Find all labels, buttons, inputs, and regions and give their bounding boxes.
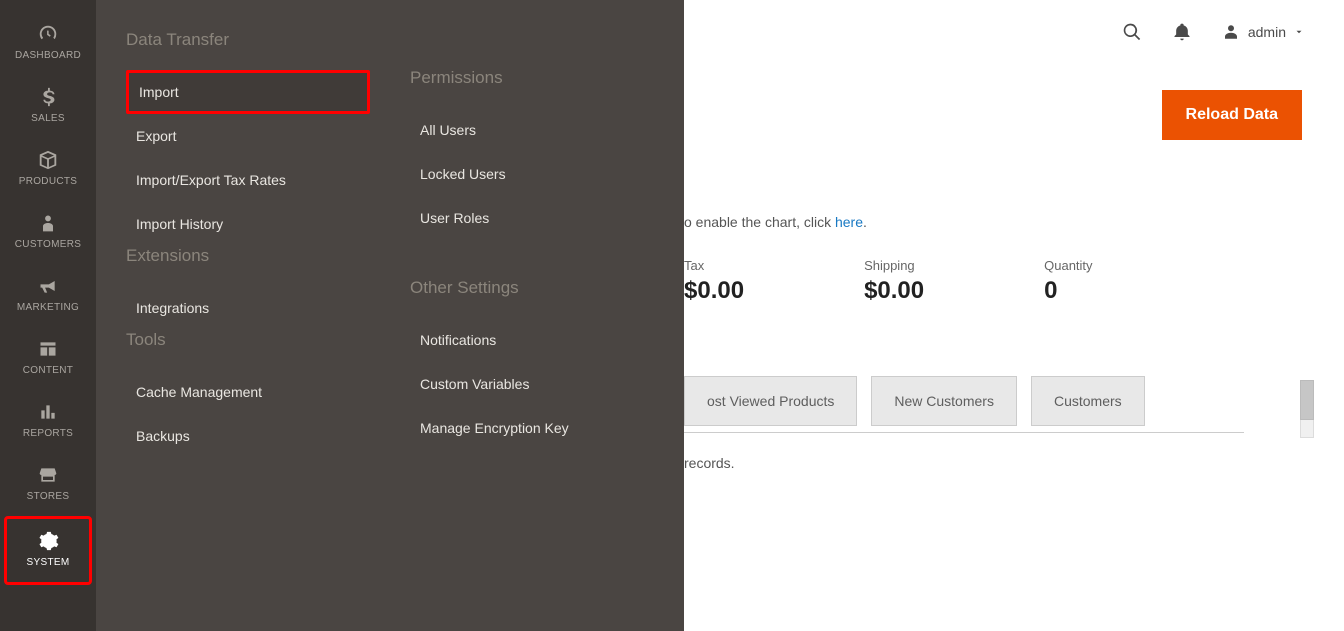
- sidebar-item-customers[interactable]: CUSTOMERS: [0, 201, 96, 264]
- submenu-heading-tools: Tools: [126, 330, 370, 350]
- box-icon: [34, 148, 62, 172]
- stat-label: Quantity: [1044, 258, 1092, 273]
- dashboard-stats: Tax $0.00 Shipping $0.00 Quantity 0: [684, 258, 1213, 305]
- stat-value: 0: [1044, 277, 1092, 305]
- gear-icon: [34, 529, 62, 553]
- submenu-col-2: Permissions All Users Locked Users User …: [390, 30, 674, 611]
- chart-enable-link[interactable]: here: [835, 214, 863, 230]
- stat-shipping: Shipping $0.00: [864, 258, 924, 305]
- sidebar-item-label: CUSTOMERS: [15, 239, 81, 250]
- sidebar-item-content[interactable]: CONTENT: [0, 327, 96, 390]
- submenu-link-integrations[interactable]: Integrations: [126, 286, 370, 330]
- submenu-link-tax-rates[interactable]: Import/Export Tax Rates: [126, 158, 370, 202]
- page-actions: Reload Data: [684, 90, 1344, 140]
- reload-data-button[interactable]: Reload Data: [1162, 90, 1302, 140]
- submenu-heading-other-settings: Other Settings: [410, 278, 654, 298]
- dollar-icon: [34, 85, 62, 109]
- chart-icon: [34, 400, 62, 424]
- chevron-down-icon: [1294, 27, 1304, 37]
- submenu-link-user-roles[interactable]: User Roles: [410, 196, 654, 240]
- submenu-link-cache[interactable]: Cache Management: [126, 370, 370, 414]
- sidebar-item-system[interactable]: SYSTEM: [4, 516, 92, 585]
- store-icon: [34, 463, 62, 487]
- submenu-col-1: Data Transfer Import Export Import/Expor…: [106, 30, 390, 611]
- tab-most-viewed[interactable]: ost Viewed Products: [684, 376, 857, 426]
- sidebar-item-label: SYSTEM: [27, 557, 70, 568]
- admin-user-menu[interactable]: admin: [1222, 23, 1304, 41]
- chart-enable-message: o enable the chart, click here.: [684, 214, 867, 230]
- sidebar-item-label: REPORTS: [23, 428, 73, 439]
- submenu-link-backups[interactable]: Backups: [126, 414, 370, 458]
- submenu-link-export[interactable]: Export: [126, 114, 370, 158]
- sidebar-item-label: PRODUCTS: [19, 176, 78, 187]
- gauge-icon: [34, 22, 62, 46]
- tab-customers[interactable]: Customers: [1031, 376, 1145, 426]
- sidebar-item-marketing[interactable]: MARKETING: [0, 264, 96, 327]
- submenu-link-import-history[interactable]: Import History: [126, 202, 370, 246]
- left-sidebar: DASHBOARD SALES PRODUCTS CUSTOMERS MARKE…: [0, 0, 96, 631]
- records-text: records.: [684, 455, 735, 471]
- submenu-link-locked-users[interactable]: Locked Users: [410, 152, 654, 196]
- submenu-heading-permissions: Permissions: [410, 68, 654, 88]
- sidebar-item-dashboard[interactable]: DASHBOARD: [0, 12, 96, 75]
- megaphone-icon: [34, 274, 62, 298]
- submenu-link-all-users[interactable]: All Users: [410, 108, 654, 152]
- system-submenu: Data Transfer Import Export Import/Expor…: [96, 0, 684, 631]
- stat-value: $0.00: [684, 277, 744, 305]
- chart-msg-suffix: .: [863, 214, 867, 230]
- chart-msg-prefix: o enable the chart, click: [684, 214, 835, 230]
- submenu-link-custom-vars[interactable]: Custom Variables: [410, 362, 654, 406]
- admin-user-label: admin: [1248, 24, 1286, 40]
- stat-label: Tax: [684, 258, 744, 273]
- stat-value: $0.00: [864, 277, 924, 305]
- layout-icon: [34, 337, 62, 361]
- sidebar-item-label: STORES: [27, 491, 70, 502]
- search-icon[interactable]: [1122, 22, 1142, 42]
- sidebar-item-label: DASHBOARD: [15, 50, 81, 61]
- sidebar-item-sales[interactable]: SALES: [0, 75, 96, 138]
- submenu-link-encryption[interactable]: Manage Encryption Key: [410, 406, 654, 450]
- submenu-link-import[interactable]: Import: [126, 70, 370, 114]
- sidebar-item-stores[interactable]: STORES: [0, 453, 96, 516]
- tabs-divider: [684, 432, 1244, 433]
- topbar: admin: [684, 0, 1344, 64]
- stat-quantity: Quantity 0: [1044, 258, 1092, 305]
- sidebar-item-label: MARKETING: [17, 302, 79, 313]
- sidebar-item-reports[interactable]: REPORTS: [0, 390, 96, 453]
- tab-new-customers[interactable]: New Customers: [871, 376, 1017, 426]
- stat-label: Shipping: [864, 258, 924, 273]
- sidebar-item-label: CONTENT: [23, 365, 73, 376]
- person-icon: [34, 211, 62, 235]
- sidebar-item-label: SALES: [31, 113, 65, 124]
- submenu-heading-extensions: Extensions: [126, 246, 370, 266]
- dashboard-tabs: ost Viewed Products New Customers Custom…: [684, 376, 1145, 426]
- submenu-link-notifications[interactable]: Notifications: [410, 318, 654, 362]
- bell-icon[interactable]: [1172, 22, 1192, 42]
- sidebar-item-products[interactable]: PRODUCTS: [0, 138, 96, 201]
- user-icon: [1222, 23, 1240, 41]
- submenu-heading-data-transfer: Data Transfer: [126, 30, 370, 50]
- stat-tax: Tax $0.00: [684, 258, 744, 305]
- scrollbar-thumb[interactable]: [1300, 380, 1314, 420]
